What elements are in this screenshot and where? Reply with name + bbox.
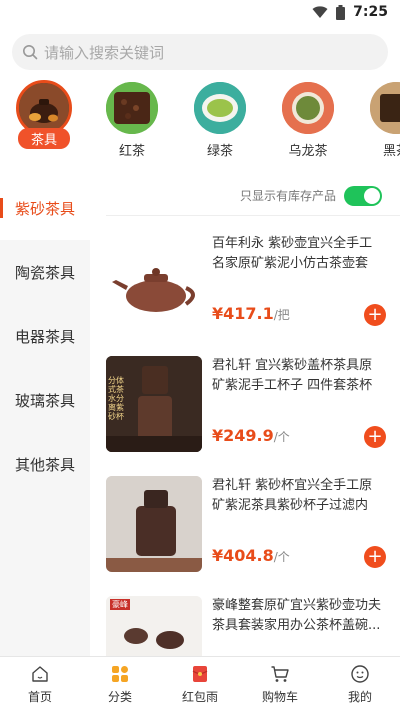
tab-label: 首页 (27, 689, 52, 704)
tab-cart[interactable]: 购物车 (240, 657, 320, 710)
price-unit: /个 (273, 430, 290, 444)
product-image: 分体式茶水分离紫砂杯 (106, 356, 202, 452)
tab-category[interactable]: 分类 (80, 657, 160, 710)
product-item[interactable]: 君礼轩 紫砂杯宜兴全手工原矿紫泥茶具紫砂杯子过滤内胆... ¥404.8/个 + (106, 476, 386, 576)
price-value: ¥249.9 (212, 426, 274, 445)
tab-home[interactable]: 首页 (0, 657, 80, 710)
search-placeholder: 请输入搜索关键词 (44, 43, 165, 62)
stock-filter: 只显示有库存产品 (106, 176, 400, 216)
product-price: ¥404.8/个 (212, 546, 290, 565)
product-image: 豪峰 (106, 596, 202, 656)
dark-tea-thumbnail (370, 82, 400, 134)
side-item-zisha[interactable]: 紫砂茶具 (0, 176, 90, 240)
stock-toggle[interactable] (344, 185, 382, 206)
home-icon (29, 663, 51, 685)
toggle-knob (364, 187, 380, 204)
category-item-black-tea[interactable]: 红茶 (102, 80, 162, 159)
side-item-other[interactable]: 其他茶具 (0, 432, 90, 496)
tab-red-packet[interactable]: 红包雨 (160, 657, 240, 710)
product-image (106, 476, 202, 572)
product-title: 豪峰整套原矿宜兴紫砂壶功夫茶具套装家用办公茶杯盖碗... (212, 598, 382, 633)
category-item-green-tea[interactable]: 绿茶 (190, 80, 250, 159)
wifi-icon (312, 6, 328, 18)
tab-bar: 首页 分类 红包雨 购物车 我的 (0, 656, 400, 710)
product-item[interactable]: 百年利永 紫砂壶宜兴全手工名家原矿紫泥小仿古茶壶套装... ¥417.1/把 + (106, 234, 386, 334)
status-bar: 7:25 (0, 0, 400, 26)
green-tea-thumbnail (194, 82, 246, 134)
price-unit: /个 (273, 550, 290, 564)
red-packet-icon (189, 663, 211, 685)
add-to-cart-button[interactable]: + (364, 546, 386, 568)
side-item-glass[interactable]: 玻璃茶具 (0, 368, 90, 432)
tab-label: 红包雨 (181, 689, 218, 704)
black-tea-thumbnail (106, 82, 158, 134)
add-to-cart-button[interactable]: + (364, 304, 386, 326)
category-item-dark-tea[interactable]: 黑茶 (366, 80, 400, 159)
tab-label: 我的 (347, 689, 372, 704)
product-list: 只显示有库存产品 百年利永 紫砂壶宜兴全手工名家原矿紫泥小仿古茶壶套装... ¥… (90, 176, 400, 656)
battery-icon (336, 4, 346, 20)
tab-mine[interactable]: 我的 (320, 657, 400, 710)
category-label: 红茶 (118, 144, 145, 159)
price-value: ¥417.1 (212, 304, 274, 323)
price-unit: /把 (273, 308, 290, 322)
search-input[interactable]: 请输入搜索关键词 (12, 34, 388, 70)
profile-icon (349, 663, 371, 685)
product-image-brand: 豪峰 (110, 599, 130, 610)
product-item[interactable]: 豪峰 豪峰整套原矿宜兴紫砂壶功夫茶具套装家用办公茶杯盖碗... (106, 596, 386, 656)
add-to-cart-button[interactable]: + (364, 426, 386, 448)
tab-label: 分类 (107, 689, 132, 704)
search-icon (23, 45, 38, 60)
category-row: 茶具 红茶 绿茶 乌龙茶 黑 (0, 80, 400, 162)
cart-icon (269, 663, 291, 685)
product-title: 百年利永 紫砂壶宜兴全手工名家原矿紫泥小仿古茶壶套装... (212, 236, 373, 271)
oolong-thumbnail (282, 82, 334, 134)
category-label: 乌龙茶 (288, 144, 328, 159)
product-title: 君礼轩 紫砂杯宜兴全手工原矿紫泥茶具紫砂杯子过滤内胆... (212, 478, 373, 513)
side-menu: 紫砂茶具 陶瓷茶具 电器茶具 玻璃茶具 其他茶具 (0, 176, 90, 656)
category-item-teaware[interactable]: 茶具 (14, 80, 74, 149)
category-label: 茶具 (18, 128, 70, 149)
category-label: 黑茶 (382, 144, 400, 159)
stock-filter-label: 只显示有库存产品 (239, 189, 336, 203)
product-image-caption: 分体式茶水分离紫砂杯 (108, 376, 124, 421)
product-price: ¥417.1/把 (212, 304, 290, 323)
product-price: ¥249.9/个 (212, 426, 290, 445)
side-item-electric[interactable]: 电器茶具 (0, 304, 90, 368)
product-image (106, 234, 202, 330)
product-title: 君礼轩 宜兴紫砂盖杯茶具原矿紫泥手工杯子 四件套茶杯过... (212, 358, 373, 393)
status-time: 7:25 (353, 4, 388, 20)
price-value: ¥404.8 (212, 546, 274, 565)
tab-label: 购物车 (261, 689, 298, 704)
category-grid-icon (109, 663, 131, 685)
category-label: 绿茶 (206, 144, 233, 159)
category-item-oolong[interactable]: 乌龙茶 (278, 80, 338, 159)
product-item[interactable]: 分体式茶水分离紫砂杯 君礼轩 宜兴紫砂盖杯茶具原矿紫泥手工杯子 四件套茶杯过..… (106, 356, 386, 456)
side-item-ceramic[interactable]: 陶瓷茶具 (0, 240, 90, 304)
